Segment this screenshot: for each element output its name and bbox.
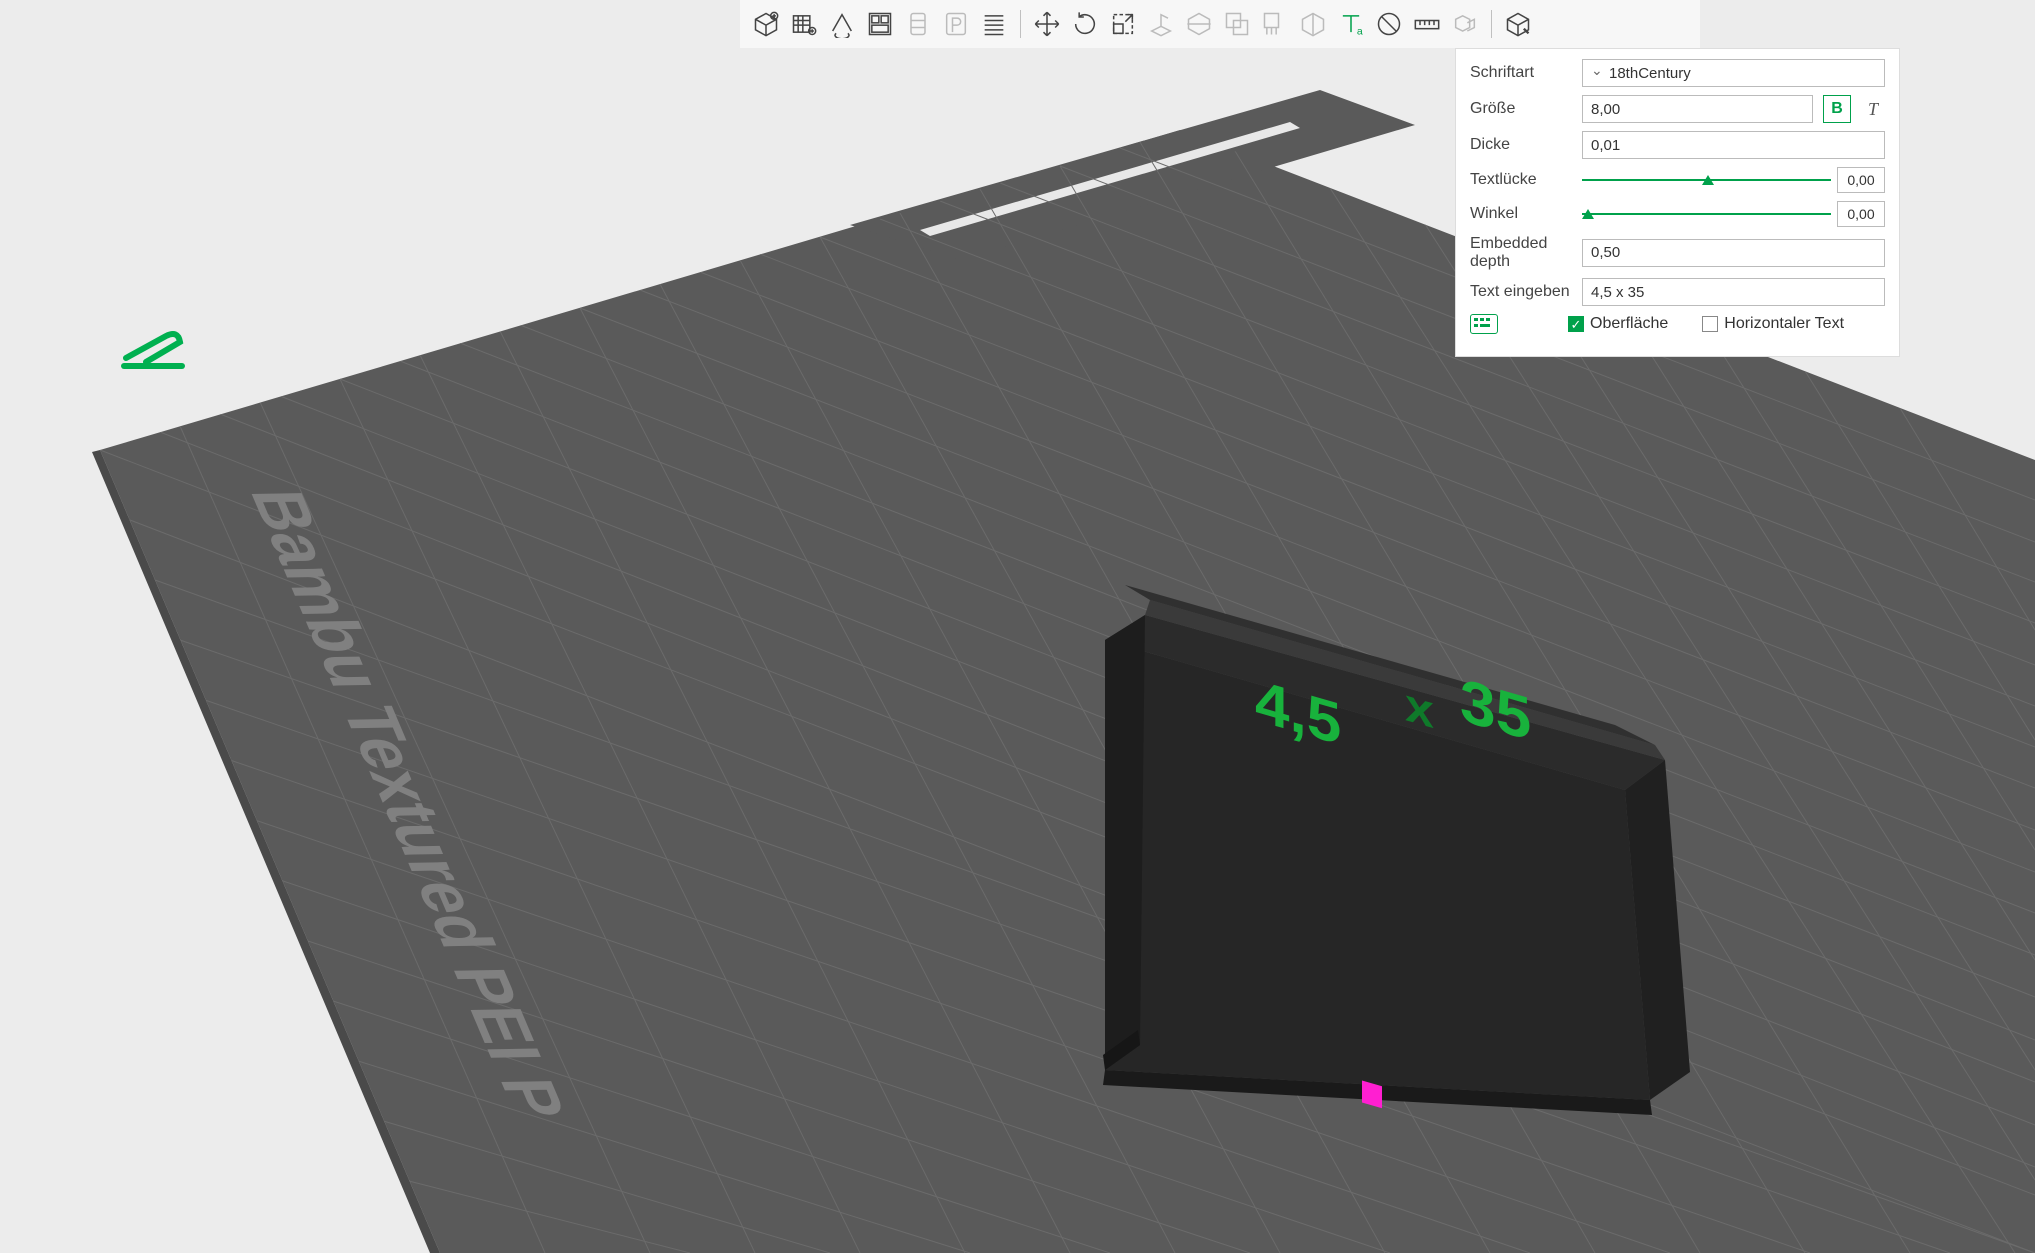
- keyboard-icon[interactable]: [1470, 314, 1498, 334]
- rotate-button[interactable]: [1067, 6, 1103, 42]
- main-toolbar: a: [740, 0, 1700, 48]
- gap-label: Textlücke: [1470, 171, 1572, 189]
- text-input[interactable]: [1582, 278, 1885, 306]
- move-button[interactable]: [1029, 6, 1065, 42]
- depth-label: Embeddeddepth: [1470, 235, 1572, 270]
- support-paint-button[interactable]: [1257, 6, 1293, 42]
- add-plate-button[interactable]: [786, 6, 822, 42]
- color-paint-button[interactable]: [1500, 6, 1536, 42]
- layers-button[interactable]: [976, 6, 1012, 42]
- size-label: Größe: [1470, 100, 1572, 118]
- mesh-boolean-button[interactable]: [1219, 6, 1255, 42]
- toolbar-separator: [1491, 10, 1492, 38]
- toolbar-separator: [1020, 10, 1021, 38]
- variable-height-button[interactable]: [900, 6, 936, 42]
- thickness-label: Dicke: [1470, 136, 1572, 154]
- text-input-label: Text eingeben: [1470, 283, 1572, 301]
- model-text-part-b: x: [1405, 677, 1434, 738]
- font-label: Schriftart: [1470, 64, 1572, 82]
- text-tool-button[interactable]: a: [1333, 6, 1369, 42]
- size-input[interactable]: [1582, 95, 1813, 123]
- thickness-input[interactable]: [1582, 131, 1885, 159]
- font-dropdown[interactable]: 18thCentury: [1582, 59, 1885, 87]
- gap-value[interactable]: 0,00: [1837, 167, 1885, 193]
- horizontal-check-label: Horizontaler Text: [1724, 315, 1844, 333]
- cut-button[interactable]: [1181, 6, 1217, 42]
- font-value: 18thCentury: [1609, 65, 1691, 82]
- place-face-button[interactable]: [1143, 6, 1179, 42]
- angle-slider[interactable]: [1582, 213, 1831, 215]
- italic-button[interactable]: T: [1861, 95, 1885, 123]
- check-icon: [1568, 316, 1584, 332]
- measure-button[interactable]: [1409, 6, 1445, 42]
- svg-text:a: a: [1357, 26, 1363, 38]
- assembly-button[interactable]: [1447, 6, 1483, 42]
- angle-value[interactable]: 0,00: [1837, 201, 1885, 227]
- bold-button[interactable]: B: [1823, 95, 1851, 123]
- seam-paint-button[interactable]: [1295, 6, 1331, 42]
- scale-button[interactable]: [1105, 6, 1141, 42]
- check-icon: [1702, 316, 1718, 332]
- angle-label: Winkel: [1470, 205, 1572, 223]
- add-cube-button[interactable]: [748, 6, 784, 42]
- horizontal-text-checkbox[interactable]: Horizontaler Text: [1702, 315, 1844, 333]
- depth-input[interactable]: [1582, 239, 1885, 267]
- negative-part-button[interactable]: [1371, 6, 1407, 42]
- text-properties-panel: Schriftart 18thCentury Größe B T Dicke T…: [1455, 48, 1900, 357]
- auto-orient-button[interactable]: [824, 6, 860, 42]
- part-p-button[interactable]: [938, 6, 974, 42]
- gap-slider[interactable]: [1582, 179, 1831, 181]
- surface-check-label: Oberfläche: [1590, 315, 1668, 333]
- surface-checkbox[interactable]: Oberfläche: [1568, 315, 1668, 333]
- arrange-button[interactable]: [862, 6, 898, 42]
